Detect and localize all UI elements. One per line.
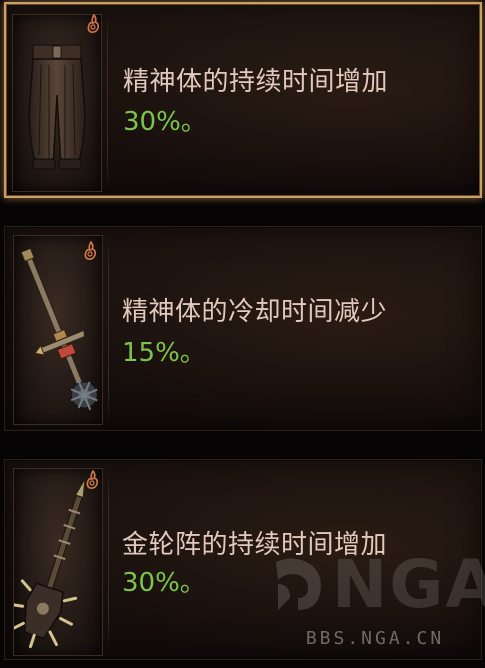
flame-rune-icon [84, 241, 96, 260]
aspect-card-2[interactable]: 精神体的冷却时间减少 15%。 [4, 226, 482, 431]
flame-rune-icon [86, 470, 98, 489]
aspect-value: 30%。 [123, 107, 207, 137]
spiked-flail-icon [9, 479, 86, 649]
mace-icon [20, 247, 98, 411]
aspect-description: 金轮阵的持续时间增加 [122, 530, 388, 560]
aspect-description: 精神体的冷却时间减少 [122, 297, 388, 327]
item-icon-frame [9, 468, 103, 656]
aspect-description: 精神体的持续时间增加 [123, 67, 389, 97]
pants-icon [28, 44, 86, 170]
flame-rune-icon [87, 14, 99, 33]
item-icon-frame [12, 14, 102, 192]
aspect-value: 15%。 [122, 338, 206, 368]
item-icon-frame [13, 235, 103, 425]
aspect-card-1[interactable]: 精神体的持续时间增加 30%。 [4, 2, 482, 198]
aspect-list: 精神体的持续时间增加 30%。 精神体的冷却时间减少 15%。 金轮阵的持续时间… [0, 0, 485, 668]
card-divider [108, 233, 109, 424]
card-divider [107, 10, 108, 190]
aspect-value: 30%。 [122, 568, 206, 598]
aspect-card-3[interactable]: 金轮阵的持续时间增加 30%。 [4, 459, 482, 660]
card-divider [108, 466, 109, 653]
